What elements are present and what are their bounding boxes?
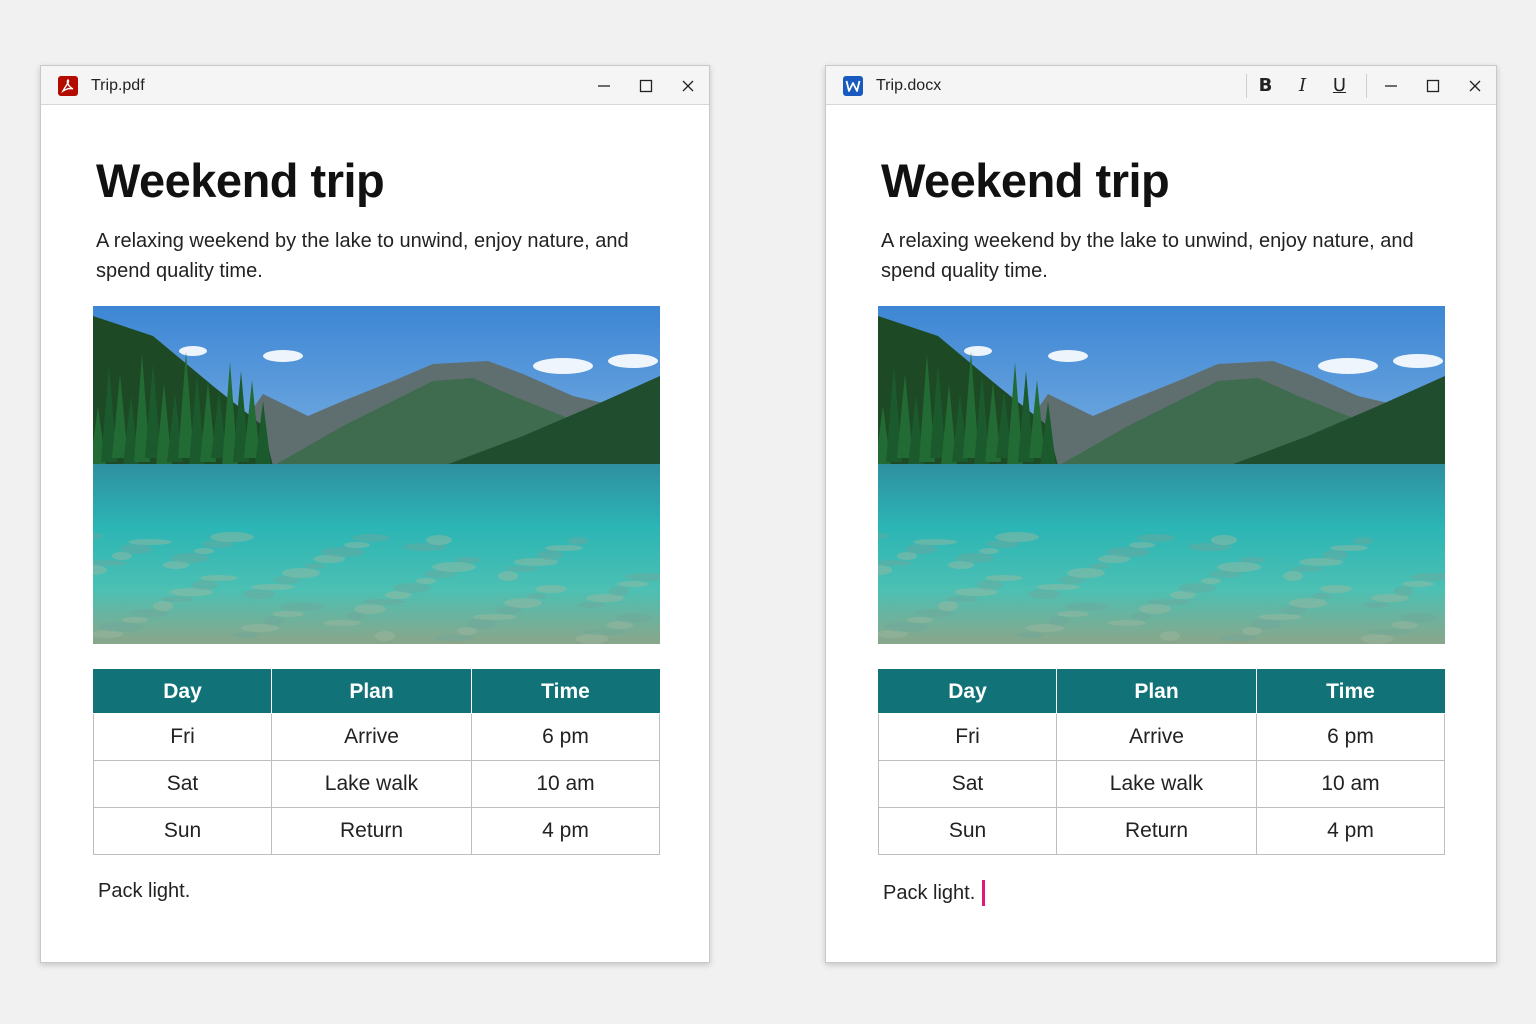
document-description: A relaxing weekend by the lake to unwind… [96,230,629,282]
table-cell[interactable]: Arrive [1056,713,1257,761]
document-title[interactable]: Weekend trip [881,153,1170,208]
footer-note[interactable]: Pack light. [883,880,986,906]
maximize-button[interactable] [625,66,667,105]
table-cell: 4 pm [471,807,660,855]
table-row: Fri Arrive 6 pm [878,713,1445,761]
close-button[interactable] [667,66,709,105]
table-cell[interactable]: Sat [878,760,1057,808]
pdf-viewer-window: Trip.pdf Weekend trip A relaxing weekend… [40,65,710,963]
document-description[interactable]: A relaxing weekend by the lake to unwind… [881,226,1421,286]
table-header-day[interactable]: Day [878,669,1057,714]
table-row: Sat Lake walk 10 am [93,760,660,808]
table-row: Fri Arrive 6 pm [93,713,660,761]
title-bar[interactable]: Trip.pdf [41,66,709,105]
minimize-button[interactable] [583,66,625,105]
italic-button[interactable]: I [1284,66,1321,105]
title-bar[interactable]: Trip.docx B I U [826,66,1496,105]
table-header-plan: Plan [271,669,472,714]
table-cell: Sat [93,760,272,808]
table-cell: Sun [93,807,272,855]
maximize-button[interactable] [1412,66,1454,105]
table-cell: 10 am [471,760,660,808]
text-cursor [982,880,986,906]
table-cell[interactable]: 4 pm [1256,807,1445,855]
bold-button[interactable]: B [1247,66,1284,105]
table-cell: Fri [93,713,272,761]
table-cell[interactable]: Fri [878,713,1057,761]
table-cell: 6 pm [471,713,660,761]
table-cell: Return [271,807,472,855]
document-title: Weekend trip [96,154,385,207]
table-cell: Lake walk [271,760,472,808]
trip-plan-table[interactable]: Day Plan Time Fri Arrive 6 pm Sat Lake w… [878,669,1445,855]
pdf-icon [58,76,78,96]
table-header-plan[interactable]: Plan [1056,669,1257,714]
table-row: Sun Return 4 pm [93,807,660,855]
trip-plan-table: Day Plan Time Fri Arrive 6 pm Sat Lake w… [93,669,660,855]
lake-mountain-photo[interactable] [878,306,1445,644]
document-page[interactable]: Weekend trip A relaxing weekend by the l… [826,106,1496,962]
footer-note-text: Pack light. [98,880,191,902]
underline-button[interactable]: U [1321,66,1358,105]
lake-mountain-photo [93,306,660,644]
table-header-day: Day [93,669,272,714]
word-icon [843,76,863,96]
window-title: Trip.docx [876,77,942,94]
minimize-button[interactable] [1370,66,1412,105]
table-cell[interactable]: Sun [878,807,1057,855]
table-cell[interactable]: 10 am [1256,760,1445,808]
window-title: Trip.pdf [91,77,145,94]
table-cell: Arrive [271,713,472,761]
close-button[interactable] [1454,66,1496,105]
table-row: Sun Return 4 pm [878,807,1445,855]
table-cell[interactable]: Lake walk [1056,760,1257,808]
table-row: Sat Lake walk 10 am [878,760,1445,808]
table-header-time: Time [471,669,660,714]
table-header-time[interactable]: Time [1256,669,1445,714]
footer-note-text[interactable]: Pack light. [883,882,975,905]
document-page: Weekend trip A relaxing weekend by the l… [41,106,709,962]
toolbar-separator [1366,73,1367,98]
table-cell[interactable]: Return [1056,807,1257,855]
table-cell[interactable]: 6 pm [1256,713,1445,761]
footer-note: Pack light. [98,880,190,903]
word-editor-window: Trip.docx B I U Weekend trip A relaxing … [825,65,1497,963]
